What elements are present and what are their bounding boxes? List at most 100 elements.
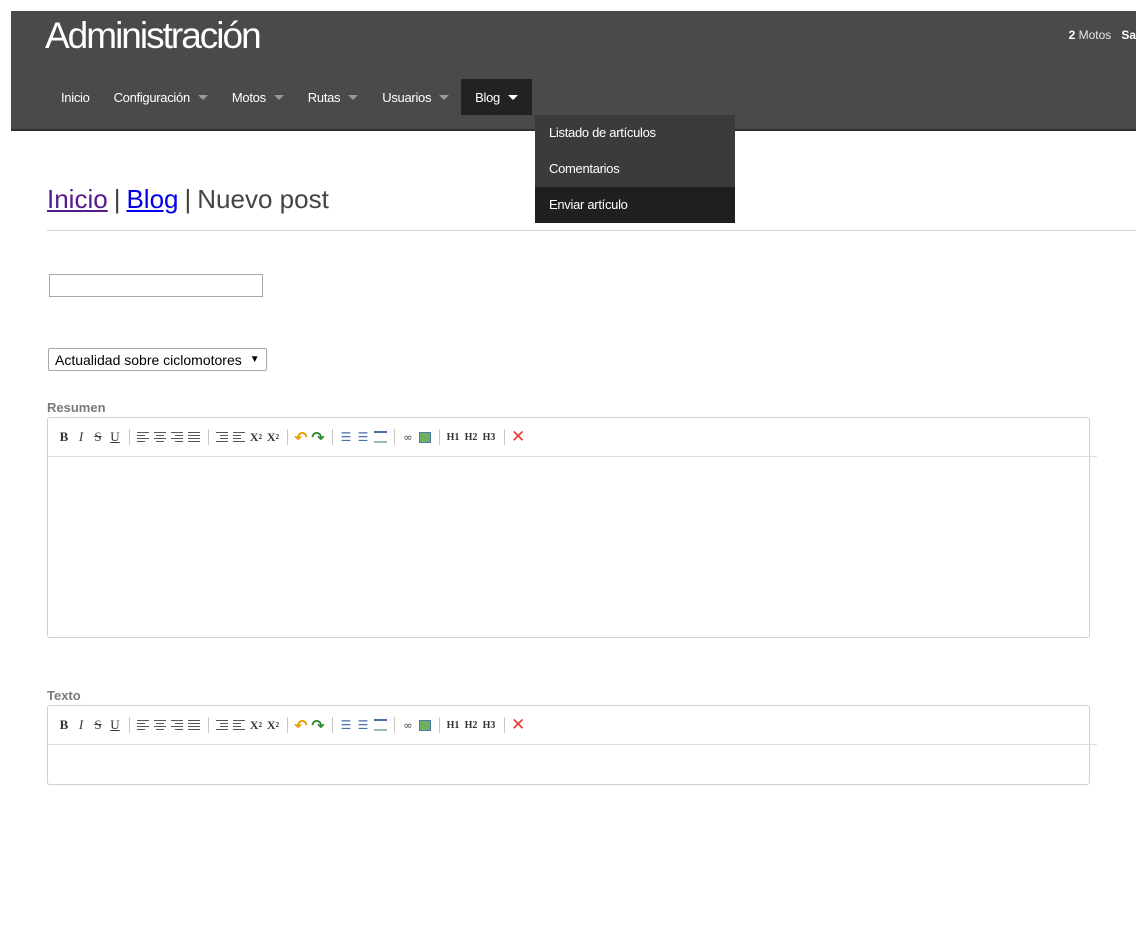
ordered-list-icon[interactable]: ☰ [339,716,353,734]
align-center-button[interactable] [153,716,167,734]
align-right-button[interactable] [170,716,184,734]
outdent-button[interactable] [232,428,246,446]
text-editor: B I S U X2 X2 ↶ ↷ ☰ ☰ ∞ H1 H2 H3 ✕ [47,705,1097,785]
toolbar-separator [439,717,440,733]
motos-link[interactable]: Motos [1079,28,1112,42]
summary-editor-area[interactable] [48,457,1089,637]
underline-button[interactable]: U [108,428,122,446]
strikethrough-button[interactable]: S [91,716,105,734]
main-nav: Inicio Configuración Motos Rutas Usuario… [49,79,532,115]
italic-button[interactable]: I [74,428,88,446]
clear-format-icon[interactable]: ✕ [511,427,525,447]
h3-button[interactable]: H3 [482,428,496,446]
link-icon[interactable]: ∞ [401,716,415,734]
justify-button[interactable] [187,428,201,446]
nav-motos[interactable]: Motos [220,79,296,115]
breadcrumb-separator: | [113,184,121,214]
italic-button[interactable]: I [74,716,88,734]
outdent-button[interactable] [232,716,246,734]
superscript-letter: X [266,429,276,444]
image-button[interactable] [418,428,432,446]
align-left-icon [137,431,149,443]
text-editor-area[interactable] [48,745,1089,925]
h2-button[interactable]: H2 [464,716,478,734]
nav-label: Configuración [113,89,191,105]
toolbar-separator [439,429,440,445]
dropdown-arrow-icon: ▼ [249,354,260,365]
justify-button[interactable] [187,716,201,734]
superscript-button[interactable]: X2 [266,716,280,734]
nav-label: Rutas [307,89,341,105]
bold-button[interactable]: B [57,428,71,446]
header-extra-link[interactable]: Sa [1121,28,1136,42]
subscript-letter: X [249,429,259,444]
category-select[interactable]: Actualidad sobre ciclomotores ▼ [48,348,267,371]
indent-button[interactable] [215,716,229,734]
menu-item-listado-articulos[interactable]: Listado de artículos [535,115,735,151]
unordered-list-icon[interactable]: ☰ [356,716,370,734]
horizontal-rule-button[interactable] [373,716,387,734]
breadcrumb-home-link[interactable]: Inicio [47,184,108,214]
undo-icon[interactable]: ↶ [294,716,308,735]
image-icon [419,431,431,443]
nav-label: Motos [231,89,266,105]
subscript-mark: 2 [258,721,263,729]
link-icon[interactable]: ∞ [401,428,415,446]
toolbar-separator [332,717,333,733]
nav-rutas[interactable]: Rutas [296,79,370,115]
summary-label: Resumen [47,400,106,415]
toolbar-separator [287,717,288,733]
image-button[interactable] [418,716,432,734]
category-selected-value: Actualidad sobre ciclomotores [55,351,242,368]
align-left-button[interactable] [136,716,150,734]
nav-blog[interactable]: Blog [461,79,532,115]
h1-button[interactable]: H1 [446,428,460,446]
nav-label: Inicio [61,89,90,105]
nav-configuracion[interactable]: Configuración [102,79,220,115]
clear-format-icon[interactable]: ✕ [511,715,525,735]
toolbar-separator [208,717,209,733]
motos-count: 2 [1068,28,1076,42]
text-label: Texto [47,688,81,703]
indent-icon [216,431,228,443]
underline-button[interactable]: U [108,716,122,734]
align-center-icon [154,719,166,731]
nav-label: Blog [475,89,500,105]
indent-icon [216,719,228,731]
toolbar-separator [394,717,395,733]
superscript-button[interactable]: X2 [266,428,280,446]
ordered-list-icon[interactable]: ☰ [339,428,353,446]
unordered-list-icon[interactable]: ☰ [356,428,370,446]
toolbar-separator [332,429,333,445]
h3-button[interactable]: H3 [482,716,496,734]
superscript-letter: X [266,717,276,732]
indent-button[interactable] [215,428,229,446]
nav-inicio[interactable]: Inicio [49,79,102,115]
align-right-icon [171,431,183,443]
subscript-button[interactable]: X2 [249,428,263,446]
image-icon [419,719,431,731]
subscript-button[interactable]: X2 [249,716,263,734]
align-left-button[interactable] [136,428,150,446]
nav-usuarios[interactable]: Usuarios [370,79,461,115]
strikethrough-button[interactable]: S [91,428,105,446]
brand-title[interactable]: Administración [45,15,262,57]
redo-icon[interactable]: ↷ [311,428,325,447]
undo-icon[interactable]: ↶ [294,428,308,447]
bold-button[interactable]: B [57,716,71,734]
breadcrumb-separator: | [184,184,192,214]
h2-button[interactable]: H2 [464,428,478,446]
toolbar-separator [208,429,209,445]
menu-item-comentarios[interactable]: Comentarios [535,151,735,187]
breadcrumb-blog-link[interactable]: Blog [126,184,178,214]
align-right-button[interactable] [170,428,184,446]
horizontal-rule-button[interactable] [373,428,387,446]
post-title-input[interactable] [49,274,263,297]
align-left-icon [137,719,149,731]
redo-icon[interactable]: ↷ [311,716,325,735]
align-center-button[interactable] [153,428,167,446]
caret-down-icon [197,94,208,100]
h1-button[interactable]: H1 [446,716,460,734]
outdent-icon [233,431,245,443]
menu-item-enviar-articulo[interactable]: Enviar artículo [535,187,735,223]
